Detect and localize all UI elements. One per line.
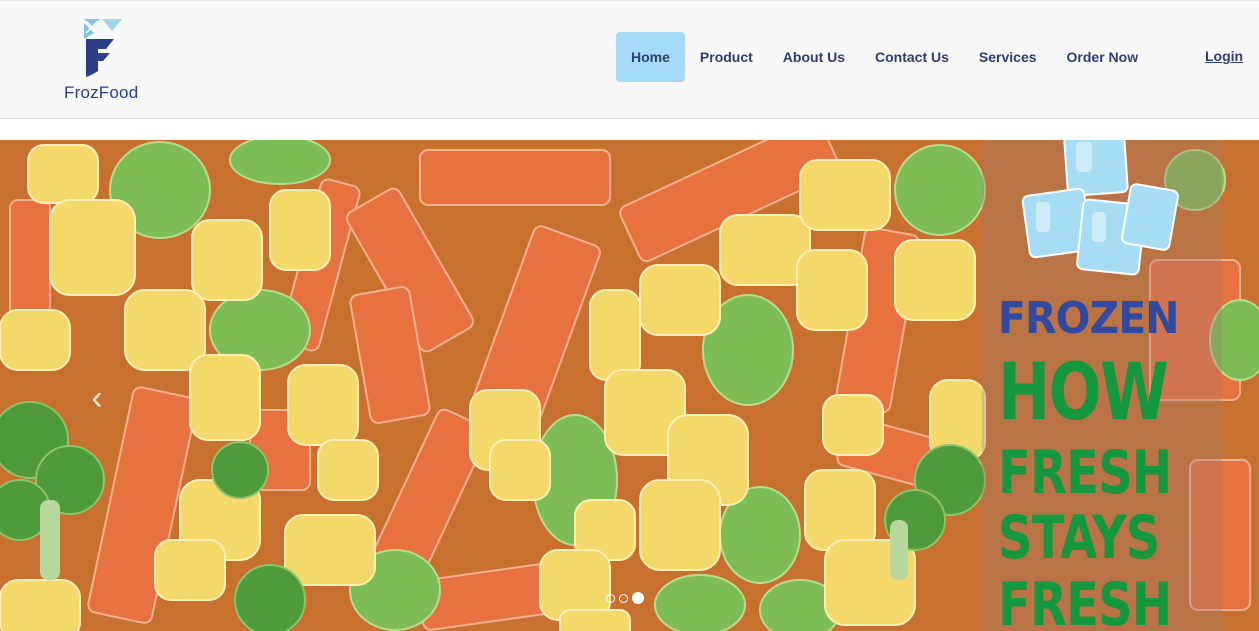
nav-contact-us[interactable]: Contact Us [860, 32, 964, 82]
nav-order-now[interactable]: Order Now [1052, 32, 1154, 82]
carousel-prev-button[interactable]: ‹ [82, 380, 112, 416]
ice-cubes-icon [1021, 140, 1179, 276]
headline-stays: STAYS [998, 503, 1160, 573]
login-link[interactable]: Login [1205, 48, 1243, 64]
nav-home[interactable]: Home [616, 32, 685, 82]
carousel-indicator-2[interactable] [619, 593, 628, 603]
carousel-indicators [606, 592, 644, 604]
headline-how: HOW [998, 348, 1169, 438]
chevron-left-icon: ‹ [91, 379, 103, 417]
headline-fresh: FRESH [998, 438, 1172, 508]
hero-carousel[interactable]: FROZEN HOW FRESH STAYS FRESH ‹ [0, 140, 1259, 631]
nav-product[interactable]: Product [685, 32, 768, 82]
headline-fresh-2: FRESH [998, 570, 1172, 631]
brand-name: FrozFood [64, 83, 139, 102]
main-nav: Home Product About Us Contact Us Service… [616, 32, 1153, 82]
carousel-indicator-1[interactable] [606, 593, 615, 603]
nav-about-us[interactable]: About Us [768, 32, 860, 82]
brand-logo[interactable]: FrozFood [62, 17, 146, 103]
frozfood-logo-icon [84, 19, 122, 77]
navbar: FrozFood Home Product About Us Contact U… [0, 0, 1259, 119]
nav-services[interactable]: Services [964, 32, 1052, 82]
headline-frozen: FROZEN [998, 293, 1179, 344]
carousel-indicator-3[interactable] [632, 592, 644, 604]
